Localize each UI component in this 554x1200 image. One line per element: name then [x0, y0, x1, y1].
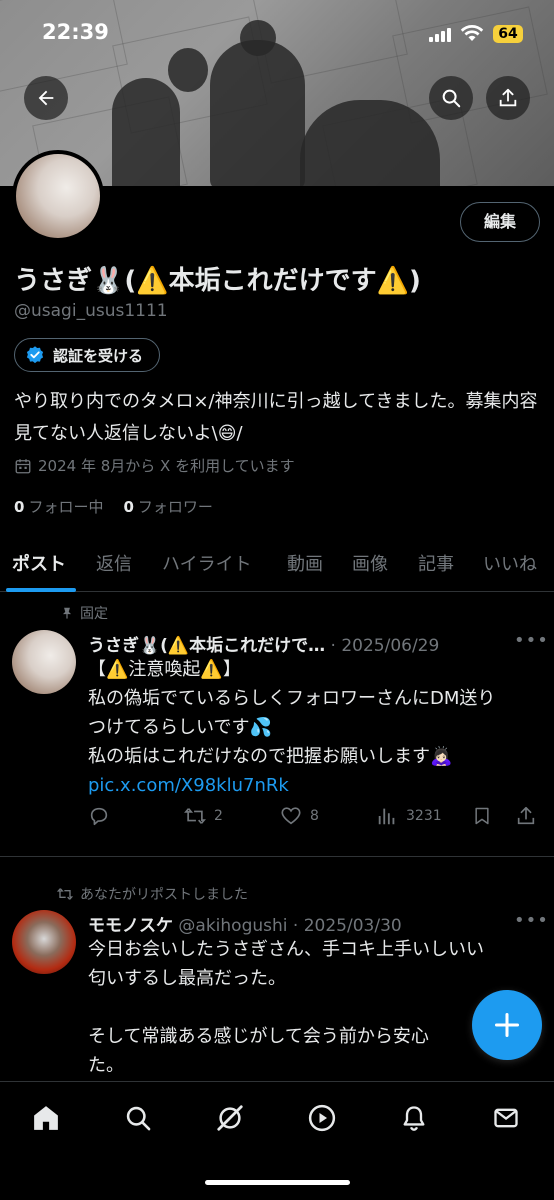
- display-name: うさぎ🐰(⚠️本垢これだけです⚠️): [14, 266, 421, 296]
- post-author-handle: @akihogushi: [178, 916, 288, 936]
- tab-posts[interactable]: ポスト: [12, 550, 66, 576]
- more-options-icon[interactable]: •••: [514, 630, 549, 651]
- user-handle: @usagi_usus1111: [14, 301, 168, 321]
- profile-tabs: ポスト 返信 ハイライト 動画 画像 記事 いいね: [0, 540, 554, 592]
- home-indicator: [205, 1180, 350, 1185]
- wifi-icon: [460, 25, 484, 41]
- nav-explore[interactable]: [122, 1102, 154, 1134]
- active-tab-indicator: [6, 588, 76, 592]
- tab-videos[interactable]: 動画: [287, 550, 323, 576]
- status-time: 22:39: [42, 20, 109, 44]
- plus-icon: [494, 1012, 520, 1038]
- home-icon: [34, 1106, 58, 1130]
- post-author-name[interactable]: モモノスケ: [88, 916, 173, 936]
- bell-icon: [403, 1106, 425, 1131]
- back-button[interactable]: [24, 76, 68, 120]
- join-date-text: 2024 年 8月から X を利用しています: [38, 457, 295, 475]
- post-date: 2025/06/29: [341, 636, 440, 656]
- post-link[interactable]: pic.x.com/X98klu7nRk: [88, 771, 528, 800]
- tab-likes[interactable]: いいね: [483, 550, 537, 576]
- like-button[interactable]: 8: [280, 805, 319, 827]
- nav-messages[interactable]: [490, 1102, 522, 1134]
- repost-icon: [56, 888, 74, 900]
- profile-avatar[interactable]: [12, 150, 104, 242]
- calendar-icon: [15, 458, 31, 473]
- share-post-button[interactable]: [515, 805, 537, 827]
- back-arrow-icon: [38, 90, 54, 106]
- views-button[interactable]: 3231: [376, 805, 442, 827]
- tab-photos[interactable]: 画像: [352, 550, 388, 576]
- views-icon: [378, 808, 395, 825]
- search-icon: [126, 1106, 151, 1131]
- search-button[interactable]: [429, 76, 473, 120]
- heart-icon: [281, 807, 301, 825]
- repost-count: 2: [214, 808, 223, 824]
- get-verified-button[interactable]: 認証を受ける: [14, 338, 161, 372]
- nav-video[interactable]: [306, 1102, 338, 1134]
- post-avatar[interactable]: [12, 630, 76, 694]
- post-avatar[interactable]: [12, 910, 76, 974]
- post-header: モモノスケ @akihogushi · 2025/03/30: [88, 916, 402, 936]
- share-icon: [517, 806, 535, 825]
- tab-replies[interactable]: 返信: [96, 550, 132, 576]
- battery-indicator: 64: [493, 25, 523, 43]
- share-button[interactable]: [486, 76, 530, 120]
- search-icon: [442, 89, 461, 108]
- post-text: 今日お会いしたうさぎさん、手コキ上手いしいい 匂いするし最高だった。 そして常識…: [88, 939, 484, 1076]
- verified-badge-icon: [26, 346, 44, 364]
- like-count: 8: [310, 808, 319, 824]
- pinned-label: 固定: [60, 603, 108, 623]
- post-text: 【⚠️注意喚起⚠️】 私の偽垢でているらしくフォロワーさんにDM送り つけてるら…: [88, 655, 528, 800]
- post-actions: 2 8 3231: [88, 805, 538, 829]
- banner-shadow: [112, 78, 180, 186]
- pin-icon: [62, 607, 72, 619]
- grok-icon: [217, 1105, 243, 1131]
- repost-button[interactable]: 2: [184, 805, 223, 827]
- play-icon: [308, 1104, 336, 1132]
- tab-highlights[interactable]: ハイライト: [162, 550, 252, 576]
- follow-stats: 0 フォロー中 0 フォロワー: [14, 496, 213, 517]
- followers-link[interactable]: 0 フォロワー: [123, 496, 212, 517]
- post-header: うさぎ🐰(⚠️本垢これだけで… · 2025/06/29: [88, 636, 440, 656]
- post-date: 2025/03/30: [303, 916, 402, 936]
- reply-button[interactable]: [88, 805, 110, 827]
- view-count: 3231: [406, 808, 442, 824]
- status-bar: 22:39 64: [0, 0, 554, 70]
- join-date: 2024 年 8月から X を利用しています: [14, 455, 295, 476]
- nav-home[interactable]: [30, 1102, 62, 1134]
- repost-icon: [184, 808, 206, 824]
- share-icon: [499, 88, 517, 107]
- bookmark-button[interactable]: [472, 805, 492, 827]
- post-author-name[interactable]: うさぎ🐰(⚠️本垢これだけで…: [88, 636, 325, 656]
- following-link[interactable]: 0 フォロー中: [14, 496, 103, 517]
- compose-button[interactable]: [472, 990, 542, 1060]
- tab-articles[interactable]: 記事: [418, 550, 454, 576]
- get-verified-label: 認証を受ける: [53, 346, 144, 365]
- cellular-signal-icon: [429, 28, 451, 42]
- mail-icon: [494, 1108, 518, 1128]
- reply-icon: [90, 807, 108, 826]
- more-options-icon[interactable]: •••: [514, 910, 549, 931]
- edit-profile-button[interactable]: 編集: [460, 202, 540, 242]
- profile-bio: やり取り内でのタメロ×/神奈川に引っ越してきました。募集内容見てない人返信しない…: [14, 391, 538, 444]
- post-divider: [0, 856, 554, 857]
- nav-grok[interactable]: [214, 1102, 246, 1134]
- nav-notifications[interactable]: [398, 1102, 430, 1134]
- bookmark-icon: [475, 807, 489, 825]
- repost-context: あなたがリポストしました: [56, 884, 248, 904]
